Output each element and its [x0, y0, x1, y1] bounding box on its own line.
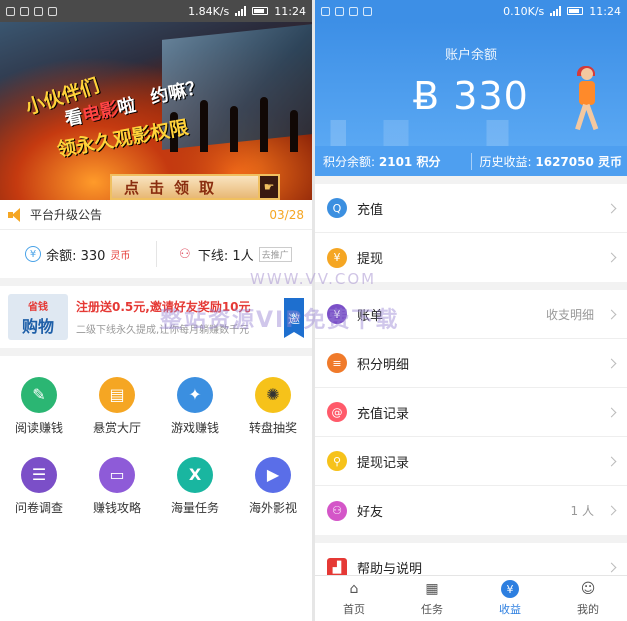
recharge-icon: Q — [327, 198, 347, 218]
friends-icon: ⚇ — [327, 500, 347, 521]
menu-item-bill[interactable]: ¥ 账单 收支明细 — [315, 290, 627, 339]
bottom-tab-bar: ⌂ 首页 ▦ 任务 ¥ 收益 ☺ 我的 — [315, 575, 627, 621]
announcement-page: 03/28 — [269, 207, 304, 222]
network-speed: 1.84K/s — [188, 4, 230, 18]
account-title: 账户余额 — [444, 48, 497, 63]
earnings-icon: ¥ — [501, 580, 519, 598]
tab-home[interactable]: ⌂ 首页 — [315, 576, 393, 621]
downline-label: 下线: 1人 — [197, 248, 254, 264]
signal-icon — [235, 6, 247, 16]
announcement-bar[interactable]: 平台升级公告 03/28 — [0, 200, 312, 230]
battery-icon — [567, 7, 584, 15]
promo-banner[interactable]: 省钱 购物 注册送0.5元,邀请好友奖励10元 二级下线永久提成,让你每月躺赚数… — [0, 286, 312, 356]
withdraw-icon: ¥ — [327, 247, 347, 268]
funds-group: Q 充值 ¥ 提现 — [315, 184, 627, 282]
clock: 11:24 — [274, 4, 306, 18]
promote-tag[interactable]: 去推广 — [258, 246, 292, 262]
points-icon: ≡ — [327, 353, 347, 373]
notification-icon — [20, 6, 29, 16]
chevron-right-icon — [606, 358, 617, 368]
movie-banner[interactable]: 小伙伴们 看电影啦 约嘛？ 领永久观影权限 点击领取 ☛ — [0, 22, 312, 200]
grid-item-read[interactable]: ✎ 阅读赚钱 — [0, 366, 78, 446]
notification-icon — [6, 6, 15, 16]
status-bar: 1.84K/s 11:24 — [0, 0, 312, 22]
announcement-text: 平台升级公告 — [30, 208, 103, 222]
account-stats: 积分余额: 2101 积分 历史收益: 1627050 灵币 — [315, 146, 627, 176]
grid-item-video[interactable]: ▶ 海外影视 — [234, 446, 312, 526]
notification-icon — [48, 6, 57, 16]
notification-icons — [321, 6, 372, 16]
withdraw-record-icon: ⚲ — [327, 451, 347, 471]
tab-profile[interactable]: ☺ 我的 — [549, 576, 627, 621]
home-icon: ⌂ — [349, 581, 359, 597]
shopping-logo: 省钱 购物 — [8, 294, 68, 340]
video-icon: ▶ — [255, 456, 291, 493]
guide-icon: ▭ — [99, 456, 135, 493]
points-balance: 积分余额: 2101 积分 — [323, 154, 441, 169]
reward-icon: ▤ — [99, 376, 135, 413]
grid-item-task[interactable]: X 海量任务 — [156, 446, 234, 526]
feature-grid: ✎ 阅读赚钱 ▤ 悬赏大厅 ✦ 游戏赚钱 ✺ 转盘抽奖 ☰ 问卷调查 ▭ 赚钱攻… — [0, 356, 312, 526]
signal-icon — [550, 6, 562, 16]
profile-icon: ☺ — [580, 581, 596, 597]
recharge-record-icon: @ — [327, 402, 347, 422]
downline-cell[interactable]: ⚇ 下线: 1人 去推广 — [155, 241, 313, 267]
chevron-right-icon — [606, 456, 617, 466]
promo-main-text: 注册送0.5元,邀请好友奖励10元 — [76, 300, 251, 314]
survey-icon: ☰ — [21, 456, 57, 493]
balance-cell[interactable]: ¥ 余额: 330 灵币 — [0, 245, 156, 264]
yen-coin-icon: ¥ — [25, 246, 42, 262]
records-group: ¥ 账单 收支明细 ≡ 积分明细 @ 充值记录 ⚲ 提现记录 ⚇ 好友 1 人 — [315, 290, 627, 535]
people-icon: ⚇ — [179, 246, 191, 262]
task-icon: X — [177, 456, 213, 493]
notification-icon — [321, 6, 330, 16]
menu-item-withdraw[interactable]: ¥ 提现 — [315, 233, 627, 282]
home-screen: 1.84K/s 11:24 小伙伴们 看电影啦 约嘛？ 领永久观影权限 点击领取… — [0, 0, 312, 621]
tasks-icon: ▦ — [425, 581, 439, 597]
chevron-right-icon — [606, 203, 617, 213]
tab-tasks[interactable]: ▦ 任务 — [393, 576, 471, 621]
chevron-right-icon — [606, 562, 617, 573]
notification-icon — [335, 6, 344, 16]
invite-flag[interactable]: 邀 — [284, 298, 304, 338]
chevron-right-icon — [606, 407, 617, 417]
notification-icon — [34, 6, 43, 16]
menu-item-withdraw-record[interactable]: ⚲ 提现记录 — [315, 437, 627, 486]
balance-row: ¥ 余额: 330 灵币 ⚇ 下线: 1人 去推广 — [0, 230, 312, 286]
claim-button[interactable]: 点击领取 — [110, 174, 260, 200]
chevron-right-icon — [606, 252, 617, 263]
history-earnings: 历史收益: 1627050 灵币 — [470, 152, 627, 170]
game-icon: ✦ — [177, 376, 213, 413]
notification-icon — [349, 6, 358, 16]
status-bar: 0.10K/s 11:24 — [315, 0, 627, 22]
grid-item-survey[interactable]: ☰ 问卷调查 — [0, 446, 78, 526]
menu-item-recharge-record[interactable]: @ 充值记录 — [315, 388, 627, 437]
grid-item-game[interactable]: ✦ 游戏赚钱 — [156, 366, 234, 446]
account-header: 账户余额 Ƀ 330 — [315, 22, 627, 146]
notification-icon — [363, 6, 372, 16]
edit-icon: ✎ — [21, 376, 57, 413]
chevron-right-icon — [606, 505, 617, 516]
earnings-screen: 0.10K/s 11:24 账户余额 Ƀ 330 积分余额: 2101 积分 历… — [315, 0, 627, 621]
balance-unit: 灵币 — [110, 250, 131, 262]
battery-icon — [252, 7, 269, 15]
grid-item-guide[interactable]: ▭ 赚钱攻略 — [78, 446, 156, 526]
speaker-icon — [8, 207, 24, 222]
menu-item-points-detail[interactable]: ≡ 积分明细 — [315, 339, 627, 388]
grid-item-wheel[interactable]: ✺ 转盘抽奖 — [234, 366, 312, 446]
clock: 11:24 — [589, 4, 621, 18]
grid-item-reward[interactable]: ▤ 悬赏大厅 — [78, 366, 156, 446]
chevron-right-icon — [606, 309, 617, 319]
network-speed: 0.10K/s — [503, 4, 545, 18]
notification-icons — [6, 6, 57, 16]
hand-pointer-icon: ☛ — [258, 174, 280, 200]
tab-earnings[interactable]: ¥ 收益 — [471, 576, 549, 621]
menu-item-recharge[interactable]: Q 充值 — [315, 184, 627, 233]
bill-icon: ¥ — [327, 304, 347, 324]
runner-illustration — [567, 66, 607, 138]
wheel-icon: ✺ — [255, 376, 291, 413]
balance-label: 余额: 330 — [46, 248, 106, 264]
promo-sub-text: 二级下线永久提成,让你每月躺赚数千元 — [76, 325, 250, 336]
menu-item-friends[interactable]: ⚇ 好友 1 人 — [315, 486, 627, 535]
